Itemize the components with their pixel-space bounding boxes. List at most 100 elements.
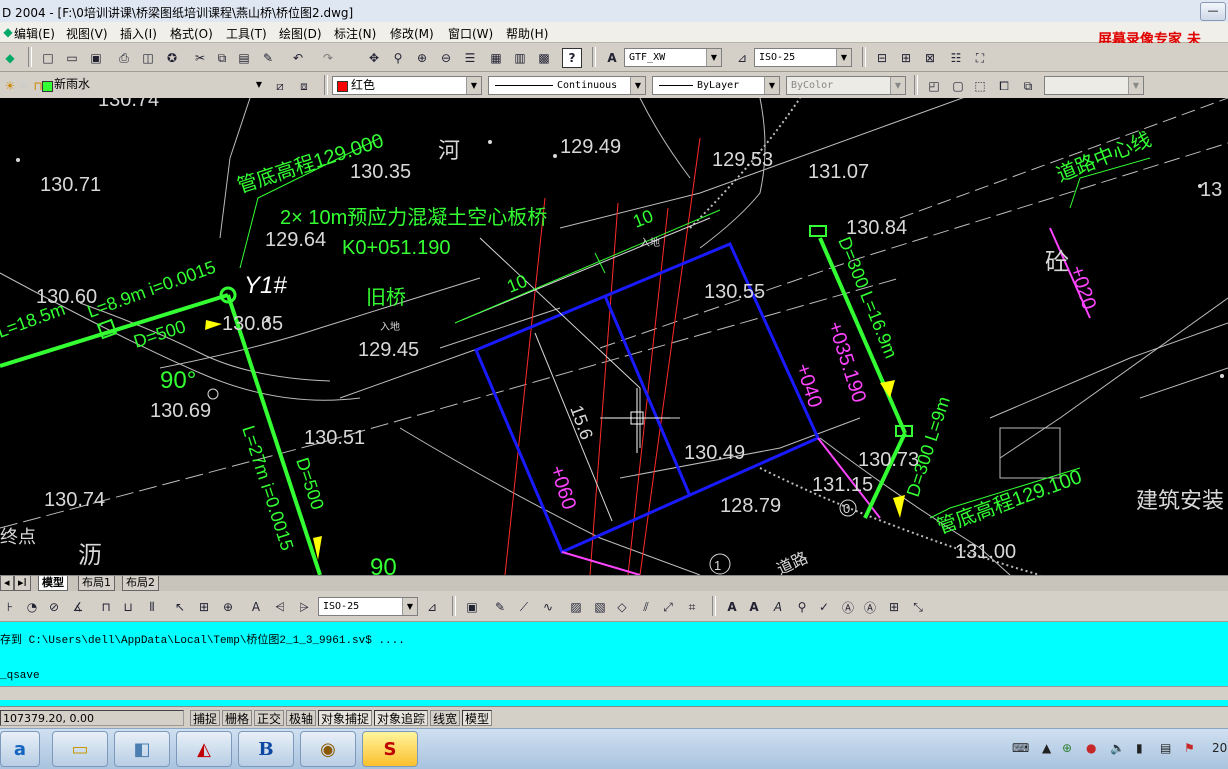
snap-toggle[interactable]: 捕捉: [190, 710, 221, 726]
menu-modify[interactable]: 修改(M): [390, 25, 434, 42]
make-layer-current-icon[interactable]: ⧄: [270, 76, 290, 96]
convert-space-icon[interactable]: ⤡: [908, 597, 928, 617]
single-text-icon[interactable]: A: [744, 597, 764, 617]
menu-edit[interactable]: 编辑(E): [14, 25, 55, 42]
command-scrollbar[interactable]: [0, 686, 1228, 700]
tab-nav-last[interactable]: ▸I: [14, 576, 31, 591]
menu-format[interactable]: 格式(O): [170, 25, 213, 42]
photo-task-icon[interactable]: ◉: [300, 731, 356, 767]
dim-edit-icon[interactable]: A: [246, 597, 266, 617]
multiline-text-icon[interactable]: A: [722, 597, 742, 617]
draworder-icon[interactable]: ▣: [462, 597, 482, 617]
clock[interactable]: 20: [1212, 741, 1227, 755]
design-center-icon[interactable]: ▦: [486, 48, 506, 68]
redo-icon[interactable]: ↷: [318, 48, 338, 68]
browser-task-icon[interactable]: B: [238, 731, 294, 767]
cut-icon[interactable]: ✂: [190, 48, 210, 68]
center-mark-icon[interactable]: ⊕: [218, 597, 238, 617]
lineweight-toggle[interactable]: 线宽: [430, 710, 461, 726]
device-icon[interactable]: ▮: [1136, 741, 1143, 755]
model-toggle[interactable]: 模型: [462, 710, 493, 726]
object-viewport-icon[interactable]: ⧠: [994, 76, 1014, 96]
edit-multiline-icon[interactable]: ⫽: [636, 597, 656, 617]
tolerance-icon[interactable]: ⊞: [194, 597, 214, 617]
linear-dim-icon[interactable]: ⊞: [896, 48, 916, 68]
text-style-2-icon[interactable]: Ⓐ: [838, 597, 858, 617]
polar-toggle[interactable]: 极轴: [286, 710, 317, 726]
dim-style-select-2[interactable]: ISO-25 ▼: [318, 597, 418, 616]
command-window[interactable]: 存到 C:\Users\dell\AppData\Local\Temp\桥位图2…: [0, 622, 1228, 706]
tray-plus-icon[interactable]: ⊕: [1062, 741, 1072, 755]
minimize-button[interactable]: —: [1200, 2, 1226, 21]
preview-icon[interactable]: ◫: [138, 48, 158, 68]
edit-xref-icon[interactable]: ⤢: [658, 597, 678, 617]
osnap-toggle[interactable]: 对象捕捉: [318, 710, 373, 726]
keyboard-icon[interactable]: ⌨: [1012, 741, 1029, 755]
text-style-select[interactable]: GTF_XW ▼: [624, 48, 722, 67]
single-viewport-icon[interactable]: ▢: [948, 76, 968, 96]
text-style-icon[interactable]: A: [602, 48, 622, 68]
explorer-task-icon[interactable]: ▭: [52, 731, 108, 767]
aligned-dim-icon[interactable]: ⊠: [920, 48, 940, 68]
find-text-icon[interactable]: ⚲: [792, 597, 812, 617]
menu-draw[interactable]: 绘图(D): [279, 25, 322, 42]
dim-style-select[interactable]: ISO-25 ▼: [754, 48, 852, 67]
open-file-icon[interactable]: ▭: [62, 48, 82, 68]
edit-spline-icon[interactable]: ∿: [538, 597, 558, 617]
publish-icon[interactable]: ✪: [162, 48, 182, 68]
properties-icon[interactable]: ☰: [460, 48, 480, 68]
qq-icon[interactable]: ●: [1086, 741, 1096, 755]
undo-icon[interactable]: ↶: [288, 48, 308, 68]
menu-tools[interactable]: 工具(T): [226, 25, 267, 42]
edit-attribute-icon[interactable]: ▧: [590, 597, 610, 617]
recorder-task-icon[interactable]: S: [362, 731, 418, 767]
edit-text-2-icon[interactable]: A: [768, 597, 788, 617]
tab-nav-prev[interactable]: ◂: [0, 576, 14, 591]
dim-baseline-icon[interactable]: ⊓: [96, 597, 116, 617]
start-button[interactable]: a: [0, 731, 40, 767]
ortho-toggle[interactable]: 正交: [254, 710, 285, 726]
paste-icon[interactable]: ▤: [234, 48, 254, 68]
dim-style-icon[interactable]: ⊿: [732, 48, 752, 68]
tray-expand-icon[interactable]: ▲: [1042, 741, 1051, 755]
color-select[interactable]: 红色 ▼: [332, 76, 482, 95]
menu-view[interactable]: 视图(V): [66, 25, 108, 42]
tab-model[interactable]: 模型: [38, 576, 68, 591]
menu-dimension[interactable]: 标注(N): [334, 25, 376, 42]
dim-diameter-icon[interactable]: ⊘: [44, 597, 64, 617]
menu-help[interactable]: 帮助(H): [506, 25, 548, 42]
linetype-select[interactable]: Continuous ▼: [488, 76, 646, 95]
dim-continue-icon[interactable]: ⊔: [118, 597, 138, 617]
lineweight-select[interactable]: ByLayer ▼: [652, 76, 780, 95]
new-file-icon[interactable]: □: [38, 48, 58, 68]
menu-window[interactable]: 窗口(W): [448, 25, 493, 42]
dim-update-icon[interactable]: ⩥: [294, 597, 314, 617]
dim-text-edit-icon[interactable]: ⩤: [270, 597, 290, 617]
dim-ordinate-icon[interactable]: ⫴: [142, 597, 162, 617]
network-icon[interactable]: ▤: [1160, 741, 1171, 755]
autocad-task-icon[interactable]: ◭: [176, 731, 232, 767]
quick-dimension-icon[interactable]: ⊟: [872, 48, 892, 68]
tool-palettes-icon[interactable]: ▥: [510, 48, 530, 68]
help-icon[interactable]: ?: [562, 48, 582, 68]
edit-reference-icon[interactable]: ⌗: [682, 597, 702, 617]
spell-check-icon[interactable]: ✓: [814, 597, 834, 617]
block-attr-icon[interactable]: ◇: [612, 597, 632, 617]
command-prompt-line[interactable]: _qsave: [0, 670, 40, 682]
print-icon[interactable]: ⎙: [114, 48, 134, 68]
viewport-icon[interactable]: ◰: [924, 76, 944, 96]
zoom-realtime-icon[interactable]: ⚲: [388, 48, 408, 68]
edit-polyline-icon[interactable]: ⟋: [514, 597, 534, 617]
layer-states-icon[interactable]: ⛶: [970, 48, 990, 68]
layer-previous-icon[interactable]: ⧈: [294, 76, 314, 96]
menu-insert[interactable]: 插入(I): [120, 25, 157, 42]
zoom-window-icon[interactable]: ⊕: [412, 48, 432, 68]
dim-radius-icon[interactable]: ◔: [22, 597, 42, 617]
flag-icon[interactable]: ⚑: [1184, 741, 1195, 755]
tab-layout1[interactable]: 布局1: [78, 576, 115, 591]
dim-angular-icon[interactable]: ∡: [68, 597, 88, 617]
dbconnect-icon[interactable]: ▩: [534, 48, 554, 68]
layer-select[interactable]: 新雨水 ▼: [50, 76, 266, 95]
edit-hatch-icon[interactable]: ▨: [566, 597, 586, 617]
justify-text-icon[interactable]: ⊞: [884, 597, 904, 617]
